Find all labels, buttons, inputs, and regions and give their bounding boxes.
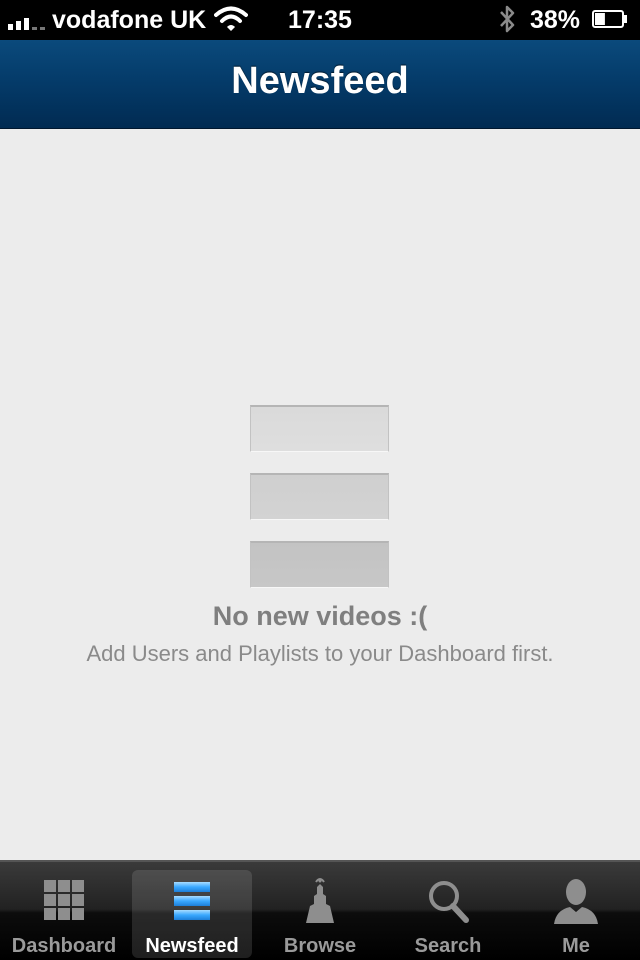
tab-label: Search [414, 935, 482, 957]
tab-label: Browse [283, 935, 357, 957]
newsfeed-content: No new videos :( Add Users and Playlists… [0, 129, 640, 860]
tower-icon [306, 878, 334, 923]
empty-state-subtitle: Add Users and Playlists to your Dashboar… [86, 641, 554, 666]
placeholder-bar [250, 405, 389, 452]
placeholder-bar [250, 541, 389, 588]
tab-label: Newsfeed [145, 935, 239, 957]
navigation-bar: Newsfeed [0, 40, 640, 129]
page-title: Newsfeed [231, 60, 409, 102]
tab-bar: Dashboard Newsfeed Browse Search Me [0, 860, 640, 960]
battery-percent: 38% [530, 6, 581, 34]
bluetooth-icon [500, 5, 515, 33]
newsfeed-placeholder-icon [250, 405, 389, 609]
battery-icon [592, 10, 627, 28]
user-icon [554, 879, 598, 924]
placeholder-bar [250, 473, 389, 520]
tab-label: Me [562, 935, 590, 957]
tab-me[interactable]: Me [516, 870, 636, 958]
tab-dashboard[interactable]: Dashboard [4, 870, 124, 958]
tab-label: Dashboard [11, 935, 117, 957]
status-bar: vodafone UK 17:35 38% [0, 0, 640, 40]
tab-search[interactable]: Search [388, 870, 508, 958]
tab-newsfeed[interactable]: Newsfeed [132, 870, 252, 958]
grid-icon [44, 880, 84, 920]
empty-state-title: No new videos :( [212, 601, 428, 631]
search-icon [429, 881, 469, 923]
newsfeed-icon [174, 882, 210, 920]
tab-browse[interactable]: Browse [260, 870, 380, 958]
app-screen: vodafone UK 17:35 38% Newsfeed No new vi… [0, 0, 640, 960]
